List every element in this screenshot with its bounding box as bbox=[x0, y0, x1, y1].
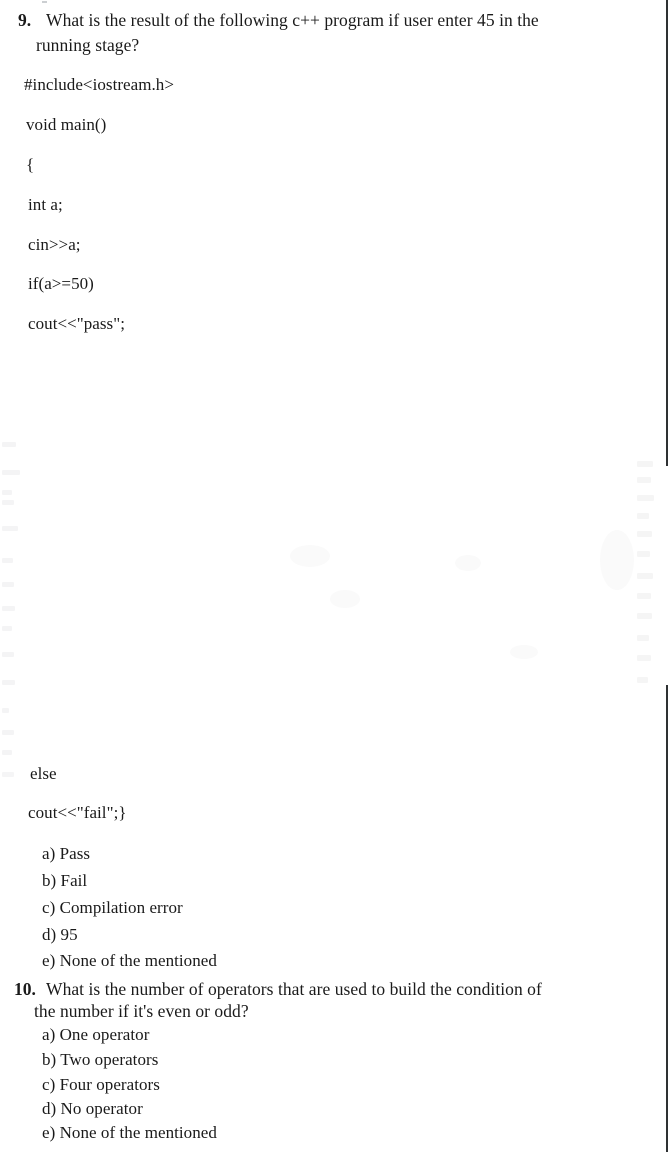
scan-smudge-e bbox=[510, 645, 538, 659]
question-10-option-d[interactable]: d) No operator bbox=[42, 1098, 143, 1120]
code-line-if: if(a>=50) bbox=[28, 274, 94, 293]
code-line-open-brace: { bbox=[26, 155, 35, 174]
question-10-prompt-line-2: the number if it's even or odd? bbox=[34, 1001, 249, 1021]
code-line-cout-fail: cout<<"fail";} bbox=[28, 803, 127, 822]
question-9-number: 9. bbox=[18, 10, 32, 30]
scan-smudge-b bbox=[330, 590, 360, 608]
code-line-cout-pass: cout<<"pass"; bbox=[28, 314, 125, 333]
question-9-option-b[interactable]: b) Fail bbox=[42, 870, 87, 892]
question-10-option-b[interactable]: b) Two operators bbox=[42, 1049, 158, 1071]
bleed-through-right bbox=[636, 455, 660, 705]
bleed-through-left bbox=[0, 430, 26, 1150]
scanned-page: 9. What is the result of the following c… bbox=[0, 0, 672, 1152]
code-line-cin: cin>>a; bbox=[28, 235, 81, 254]
scan-speck-top bbox=[42, 1, 47, 3]
question-10-number: 10. bbox=[14, 979, 36, 999]
page-edge-rule-lower bbox=[666, 685, 668, 1152]
question-10-option-c[interactable]: c) Four operators bbox=[42, 1074, 160, 1096]
question-9-option-a[interactable]: a) Pass bbox=[42, 843, 90, 865]
code-line-int-a: int a; bbox=[28, 195, 63, 214]
question-10-prompt-line-1: What is the number of operators that are… bbox=[46, 979, 542, 999]
scan-smudge-a bbox=[290, 545, 330, 567]
code-line-else: else bbox=[30, 764, 57, 783]
question-9-option-d[interactable]: d) 95 bbox=[42, 924, 78, 946]
scan-smudge-d bbox=[600, 530, 634, 590]
page-edge-rule-upper bbox=[666, 0, 668, 466]
question-10-option-a[interactable]: a) One operator bbox=[42, 1024, 149, 1046]
question-9-option-e[interactable]: e) None of the mentioned bbox=[42, 950, 217, 972]
code-line-void-main: void main() bbox=[26, 115, 107, 134]
question-9-prompt-line-2: running stage? bbox=[36, 35, 140, 55]
question-9-prompt-line-1: What is the result of the following c++ … bbox=[46, 10, 539, 30]
question-9-option-c[interactable]: c) Compilation error bbox=[42, 897, 183, 919]
question-10-option-e[interactable]: e) None of the mentioned bbox=[42, 1122, 217, 1144]
code-line-include: #include<iostream.h> bbox=[24, 75, 174, 94]
scan-smudge-c bbox=[455, 555, 481, 571]
